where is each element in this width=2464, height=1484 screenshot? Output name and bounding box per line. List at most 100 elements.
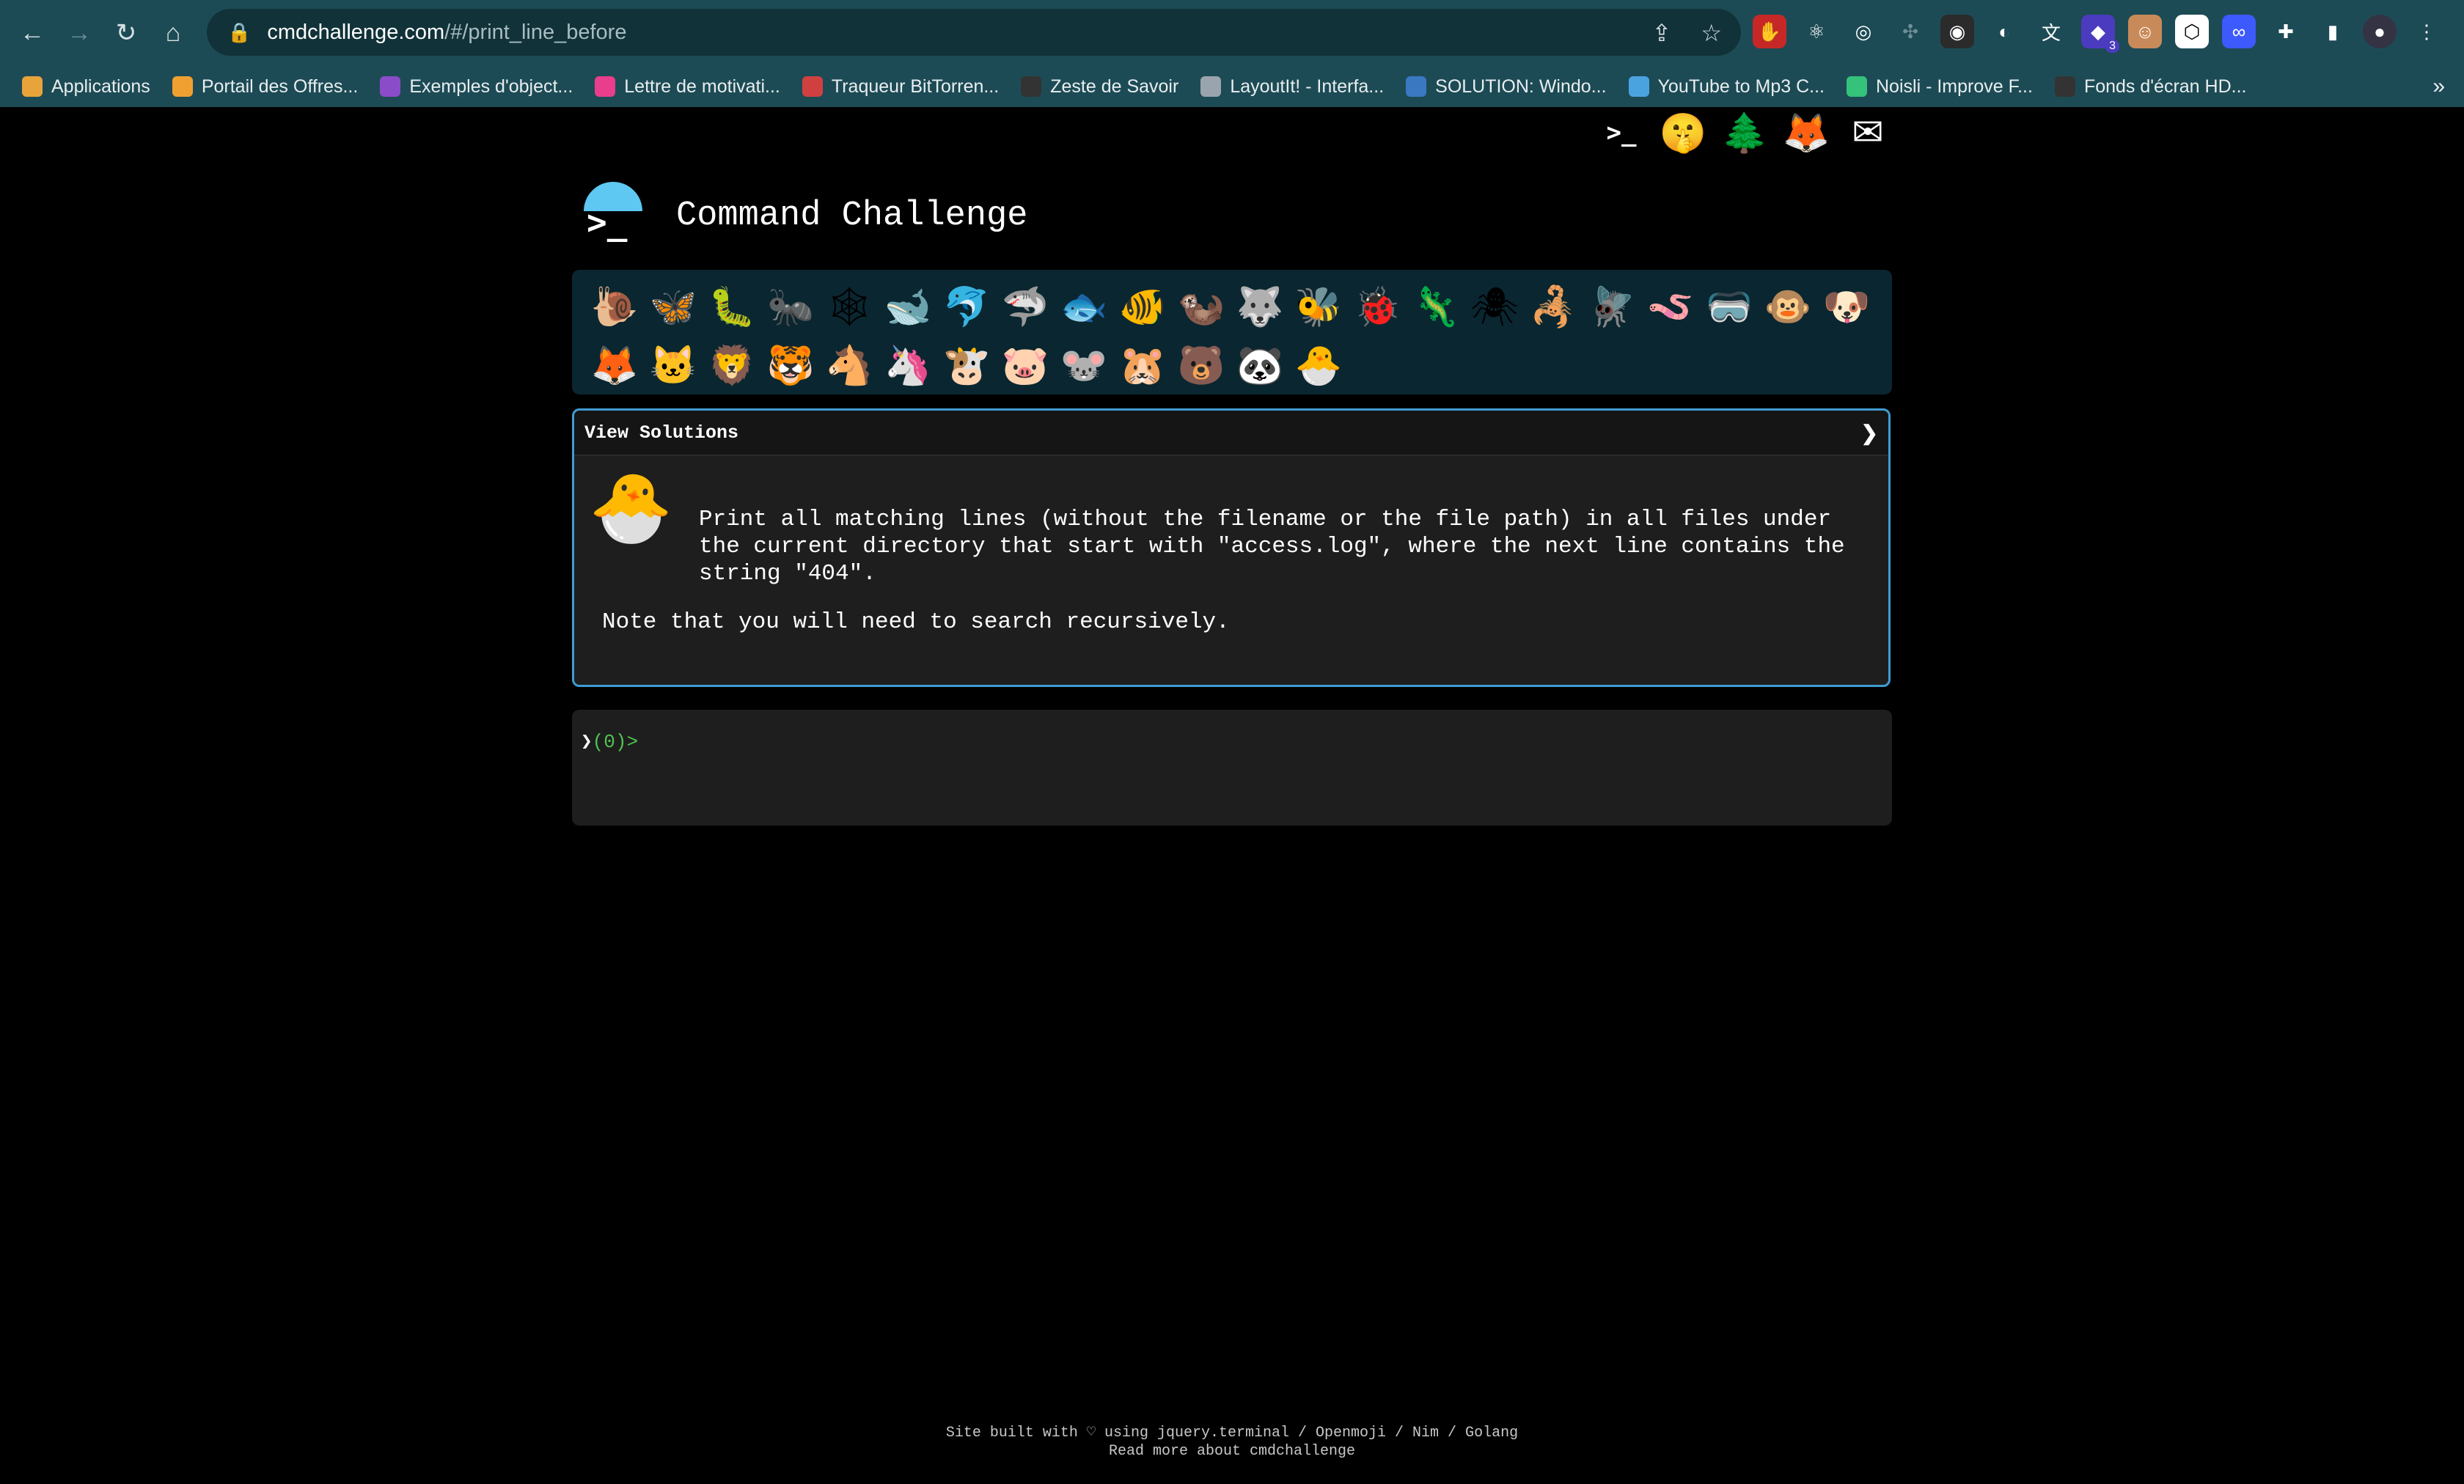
level-lizard-icon[interactable]: 🦎 bbox=[1407, 277, 1465, 336]
view-solutions-toggle[interactable]: View Solutions ❯ bbox=[574, 411, 1888, 456]
forward-icon[interactable]: → bbox=[56, 19, 103, 48]
level-worm-icon[interactable]: 🪱 bbox=[1641, 277, 1700, 336]
terminal-prompt[interactable]: ❯(0)> bbox=[581, 730, 638, 753]
level-mask-icon[interactable]: 🥽 bbox=[1700, 277, 1759, 336]
level-fox-icon[interactable]: 🦊 bbox=[585, 336, 644, 394]
bookmark-favicon bbox=[1200, 76, 1222, 97]
mail-icon[interactable]: ✉ bbox=[1845, 110, 1891, 155]
level-otter-icon[interactable]: 🦦 bbox=[1172, 277, 1231, 336]
challenge-panel: View Solutions ❯ 🐣 Print all matching li… bbox=[572, 408, 1891, 687]
level-whale-icon[interactable]: 🐋 bbox=[879, 277, 937, 336]
bookmark-item[interactable]: Traqueur BitTorren... bbox=[802, 76, 999, 98]
terminal-icon[interactable]: >_ bbox=[1599, 110, 1644, 155]
bookmark-label: Fonds d'écran HD... bbox=[2083, 76, 2247, 97]
translate-extension-icon[interactable]: 文 bbox=[2034, 15, 2068, 48]
challenge-description: Print all matching lines (without the fi… bbox=[699, 506, 1872, 587]
avatar-extension-icon[interactable]: ☺ bbox=[2128, 15, 2162, 48]
level-wolf-icon[interactable]: 🐺 bbox=[1231, 277, 1289, 336]
level-pig-icon[interactable]: 🐷 bbox=[996, 336, 1055, 394]
bookmark-item[interactable]: Portail des Offres... bbox=[172, 76, 358, 98]
bookmark-item[interactable]: Noisli - Improve F... bbox=[1847, 76, 2033, 98]
reload-icon[interactable]: ↻ bbox=[103, 18, 150, 48]
bookmark-label: Noisli - Improve F... bbox=[1876, 76, 2033, 97]
level-cat-icon[interactable]: 🐱 bbox=[644, 336, 703, 394]
level-cow-icon[interactable]: 🐮 bbox=[937, 336, 996, 394]
bookmark-star-icon[interactable]: ☆ bbox=[1701, 19, 1722, 47]
level-hamster-icon[interactable]: 🐹 bbox=[1113, 336, 1172, 394]
level-lion-icon[interactable]: 🦁 bbox=[703, 336, 761, 394]
bookmark-item[interactable]: Fonds d'écran HD... bbox=[2054, 76, 2247, 98]
bookmark-item[interactable]: Exemples d'object... bbox=[380, 76, 573, 98]
level-mouse-icon[interactable]: 🐭 bbox=[1055, 336, 1113, 394]
bookmark-favicon bbox=[172, 76, 193, 97]
home-icon[interactable]: ⌂ bbox=[150, 19, 197, 48]
level-fly-icon[interactable]: 🪰 bbox=[1583, 277, 1641, 336]
level-butterfly-icon[interactable]: 🦋 bbox=[644, 277, 703, 336]
footer: Site built with ♡ using jquery.terminal … bbox=[0, 1424, 2464, 1461]
bookmark-label: Lettre de motivati... bbox=[624, 76, 780, 97]
level-dog-icon[interactable]: 🐶 bbox=[1817, 277, 1876, 336]
sidebar-toggle-icon[interactable]: ▮ bbox=[2316, 15, 2350, 48]
back-icon[interactable]: ← bbox=[9, 19, 56, 48]
bookmark-item[interactable]: Zeste de Savoir bbox=[1021, 76, 1178, 98]
level-selector: 🐌 🦋 🐛 🐜 🕸 🐋 🐬 🦈 🐟 🐠 🦦 🐺 🐝 🐞 🦎 🕷 🦂 🪰 🪱 🥽 🐵 🐶 🦊 🐱 🦁 🐯 🐴 🦄 🐮 🐷 🐭 🐹 🐻 🐼 🐣 bbox=[572, 270, 1892, 394]
shush-face-icon[interactable]: 🤫 bbox=[1660, 110, 1707, 155]
level-bee-icon[interactable]: 🐝 bbox=[1289, 277, 1348, 336]
logo-icon[interactable]: >_ bbox=[579, 182, 647, 249]
menu-dots-icon[interactable]: ⋮ bbox=[2410, 15, 2443, 48]
level-caterpillar-icon[interactable]: 🐛 bbox=[703, 277, 761, 336]
level-snail-icon[interactable]: 🐌 bbox=[585, 277, 644, 336]
adblock-extension-icon[interactable]: ✋ bbox=[1753, 15, 1786, 48]
bookmark-item[interactable]: SOLUTION: Windo... bbox=[1406, 76, 1607, 98]
level-scorpion-icon[interactable]: 🦂 bbox=[1524, 277, 1583, 336]
level-hatching-chick-icon[interactable]: 🐣 bbox=[1289, 336, 1348, 394]
footer-read-more-link[interactable]: Read more about cmdchallenge bbox=[0, 1442, 2464, 1461]
stack-extension-icon[interactable]: ◆ 3 bbox=[2081, 15, 2119, 53]
vpn-extension-icon[interactable]: ◐ bbox=[1987, 15, 2021, 48]
level-tropical-fish-icon[interactable]: 🐠 bbox=[1113, 277, 1172, 336]
bookmark-label: Traqueur BitTorren... bbox=[831, 76, 1000, 97]
lock-icon[interactable]: 🔒 bbox=[227, 21, 251, 44]
ruler-extension-icon[interactable]: ✣ bbox=[1893, 15, 1927, 48]
level-shark-icon[interactable]: 🦈 bbox=[996, 277, 1055, 336]
target-extension-icon[interactable]: ◎ bbox=[1847, 15, 1880, 48]
puzzle-extensions-icon[interactable]: ✚ bbox=[2269, 15, 2303, 48]
level-web-icon[interactable]: 🕸 bbox=[820, 277, 879, 336]
url-host: cmdchallenge.com bbox=[267, 20, 445, 44]
url-text[interactable]: cmdchallenge.com/#/print_line_before bbox=[267, 21, 626, 45]
profile-avatar[interactable]: ● bbox=[2363, 15, 2397, 48]
level-unicorn-icon[interactable]: 🦄 bbox=[879, 336, 937, 394]
level-panda-icon[interactable]: 🐼 bbox=[1231, 336, 1289, 394]
level-horse-icon[interactable]: 🐴 bbox=[820, 336, 879, 394]
top-icon-bar: >_ 🤫 🌲 🦊 ✉ bbox=[1599, 110, 1891, 155]
prompt-text: (0)> bbox=[592, 731, 639, 753]
level-dolphin-icon[interactable]: 🐬 bbox=[937, 277, 996, 336]
address-bar[interactable]: 🔒 cmdchallenge.com/#/print_line_before ⇪… bbox=[207, 9, 1741, 56]
level-monkey-icon[interactable]: 🐵 bbox=[1759, 277, 1817, 336]
share-icon[interactable]: ⇪ bbox=[1652, 19, 1672, 47]
bookmark-label: YouTube to Mp3 C... bbox=[1657, 76, 1825, 97]
cube-extension-icon[interactable]: ⬡ bbox=[2175, 15, 2209, 48]
level-fish-icon[interactable]: 🐟 bbox=[1055, 277, 1113, 336]
terminal[interactable]: ❯(0)> bbox=[572, 710, 1892, 826]
view-solutions-label: View Solutions bbox=[584, 422, 739, 444]
terminal-cursor: ❯ bbox=[581, 731, 593, 753]
bookmark-item[interactable]: Lettre de motivati... bbox=[595, 76, 780, 98]
color-picker-icon[interactable]: ◉ bbox=[1940, 15, 1974, 48]
task-line: string "404". bbox=[699, 561, 876, 587]
bookmark-item[interactable]: Applications bbox=[22, 76, 150, 98]
bookmark-item[interactable]: YouTube to Mp3 C... bbox=[1628, 76, 1825, 98]
link-extension-icon[interactable]: ∞ bbox=[2222, 15, 2256, 48]
tree-icon[interactable]: 🌲 bbox=[1721, 110, 1769, 155]
level-spider-icon[interactable]: 🕷 bbox=[1465, 277, 1524, 336]
level-ant-icon[interactable]: 🐜 bbox=[761, 277, 820, 336]
bookmark-item[interactable]: LayoutIt! - Interfa... bbox=[1200, 76, 1384, 98]
gitlab-icon[interactable]: 🦊 bbox=[1783, 110, 1830, 155]
level-tiger-icon[interactable]: 🐯 bbox=[761, 336, 820, 394]
level-bear-icon[interactable]: 🐻 bbox=[1172, 336, 1231, 394]
react-devtools-icon[interactable]: ⚛ bbox=[1800, 15, 1833, 48]
more-bookmarks-icon[interactable]: » bbox=[2432, 74, 2445, 99]
bookmark-favicon bbox=[380, 76, 401, 97]
level-ladybug-icon[interactable]: 🐞 bbox=[1348, 277, 1407, 336]
bookmark-favicon bbox=[1628, 76, 1649, 97]
